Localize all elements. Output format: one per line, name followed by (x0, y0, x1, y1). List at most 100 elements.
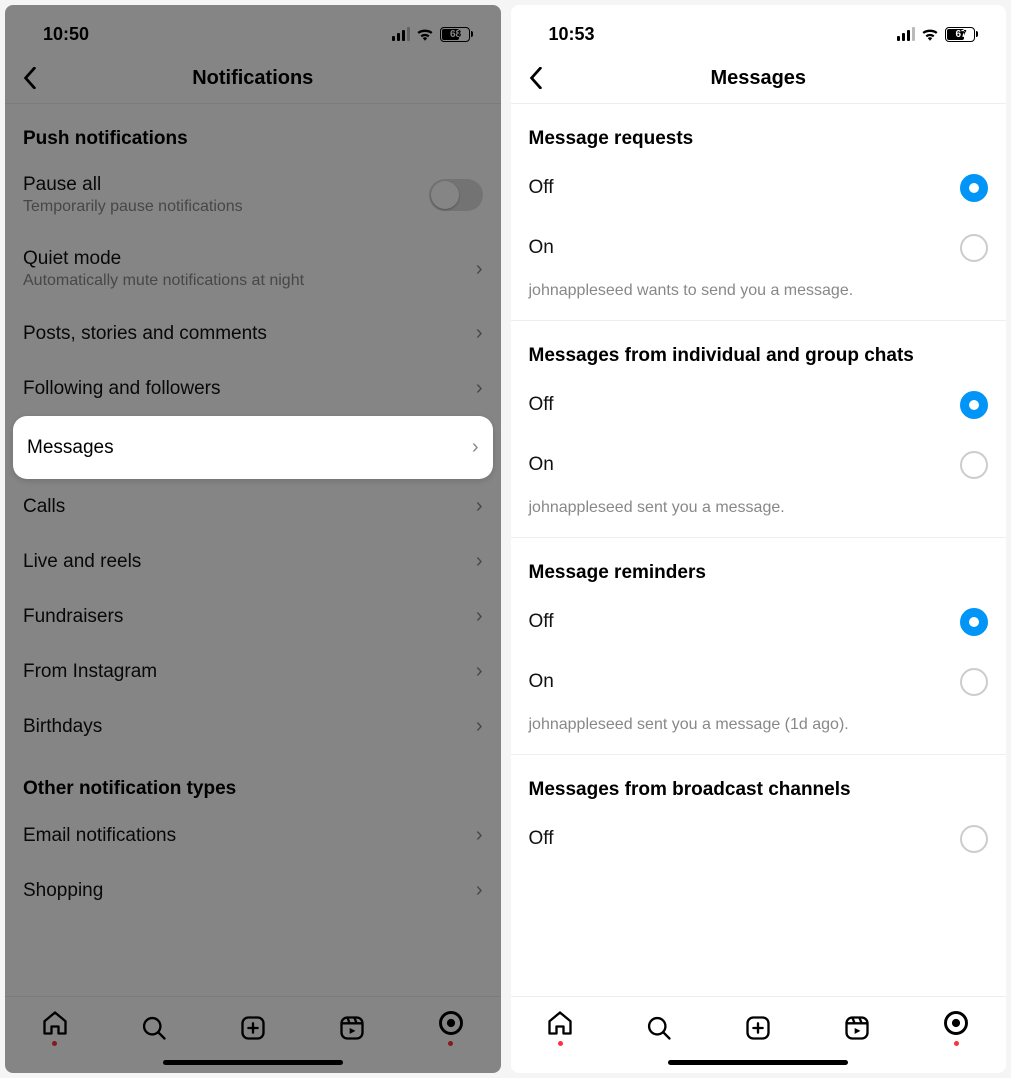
radio-selected-icon[interactable] (960, 391, 988, 419)
option-on-label: On (529, 237, 554, 259)
option-off-label: Off (529, 611, 554, 633)
wifi-icon (921, 27, 939, 41)
tab-search[interactable] (140, 1014, 168, 1042)
chevron-right-icon: › (476, 715, 483, 738)
tab-bar (511, 996, 1007, 1054)
battery-icon: 68 (440, 27, 473, 42)
cellular-icon (392, 27, 410, 41)
chevron-right-icon: › (476, 605, 483, 628)
notification-dot-icon (52, 1041, 57, 1046)
chevron-right-icon: › (476, 258, 483, 281)
reminders-title: Message reminders (511, 538, 1007, 592)
status-icons: 68 (392, 27, 473, 42)
content-area[interactable]: Message requests Off On johnappleseed wa… (511, 104, 1007, 996)
tab-bar (5, 996, 501, 1054)
requests-off-row[interactable]: Off (511, 158, 1007, 218)
home-indicator[interactable] (163, 1060, 343, 1065)
status-icons: 67 (897, 27, 978, 42)
from-ig-label: From Instagram (23, 661, 157, 683)
fundraisers-row[interactable]: Fundraisers › (5, 589, 501, 644)
fundraisers-label: Fundraisers (23, 606, 123, 628)
cellular-icon (897, 27, 915, 41)
requests-title: Message requests (511, 104, 1007, 158)
messages-settings-screen: 10:53 67 Messages Message requests Off O… (511, 5, 1007, 1073)
notifications-screen: 10:50 68 Notifications Push notification… (5, 5, 501, 1073)
nav-header: Messages (511, 53, 1007, 104)
chats-on-row[interactable]: On (511, 435, 1007, 495)
calls-row[interactable]: Calls› (5, 479, 501, 534)
email-row[interactable]: Email notifications› (5, 808, 501, 863)
messages-label: Messages (27, 437, 114, 459)
quiet-mode-label: Quiet mode (23, 248, 304, 270)
requests-hint: johnappleseed wants to send you a messag… (511, 278, 1007, 321)
birthdays-label: Birthdays (23, 716, 102, 738)
chevron-right-icon: › (476, 879, 483, 902)
live-row[interactable]: Live and reels› (5, 534, 501, 589)
status-time: 10:50 (43, 24, 89, 45)
tab-reels[interactable] (843, 1014, 871, 1042)
radio-unselected-icon[interactable] (960, 668, 988, 696)
radio-unselected-icon[interactable] (960, 451, 988, 479)
notification-dot-icon (954, 1041, 959, 1046)
chats-off-row[interactable]: Off (511, 375, 1007, 435)
tab-create[interactable] (239, 1014, 267, 1042)
battery-icon: 67 (945, 27, 978, 42)
option-on-label: On (529, 454, 554, 476)
content-area[interactable]: Push notifications Pause all Temporarily… (5, 104, 501, 996)
chats-hint: johnappleseed sent you a message. (511, 495, 1007, 538)
tab-home[interactable] (546, 1009, 574, 1046)
messages-row[interactable]: Messages › (13, 416, 493, 479)
reminders-on-row[interactable]: On (511, 652, 1007, 712)
option-off-label: Off (529, 828, 554, 850)
birthdays-row[interactable]: Birthdays › (5, 699, 501, 754)
tab-search[interactable] (645, 1014, 673, 1042)
status-bar: 10:50 68 (5, 5, 501, 53)
chevron-right-icon: › (476, 660, 483, 683)
from-ig-row[interactable]: From Instagram › (5, 644, 501, 699)
page-title: Messages (511, 67, 1007, 90)
following-row[interactable]: Following and followers › (5, 361, 501, 416)
section-other-title: Other notification types (5, 754, 501, 808)
posts-row[interactable]: Posts, stories and comments › (5, 306, 501, 361)
chevron-right-icon: › (476, 377, 483, 400)
reminders-off-row[interactable]: Off (511, 592, 1007, 652)
page-title: Notifications (5, 67, 501, 90)
tab-profile[interactable] (942, 1009, 970, 1046)
radio-selected-icon[interactable] (960, 174, 988, 202)
requests-on-row[interactable]: On (511, 218, 1007, 278)
tab-create[interactable] (744, 1014, 772, 1042)
home-indicator[interactable] (668, 1060, 848, 1065)
pause-all-row[interactable]: Pause all Temporarily pause notification… (5, 158, 501, 232)
nav-header: Notifications (5, 53, 501, 104)
following-label: Following and followers (23, 378, 221, 400)
posts-label: Posts, stories and comments (23, 323, 267, 345)
radio-selected-icon[interactable] (960, 608, 988, 636)
chevron-right-icon: › (476, 824, 483, 847)
chevron-right-icon: › (476, 322, 483, 345)
radio-unselected-icon[interactable] (960, 234, 988, 262)
option-off-label: Off (529, 177, 554, 199)
calls-label: Calls (23, 496, 65, 518)
option-off-label: Off (529, 394, 554, 416)
status-time: 10:53 (549, 24, 595, 45)
pause-all-label: Pause all (23, 174, 243, 196)
quiet-mode-row[interactable]: Quiet mode Automatically mute notificati… (5, 232, 501, 306)
notification-dot-icon (558, 1041, 563, 1046)
shopping-label: Shopping (23, 880, 103, 902)
notification-dot-icon (448, 1041, 453, 1046)
chevron-right-icon: › (472, 436, 479, 459)
broadcast-title: Messages from broadcast channels (511, 755, 1007, 809)
pause-all-toggle[interactable] (429, 179, 483, 211)
tab-reels[interactable] (338, 1014, 366, 1042)
wifi-icon (416, 27, 434, 41)
status-bar: 10:53 67 (511, 5, 1007, 53)
reminders-hint: johnappleseed sent you a message (1d ago… (511, 712, 1007, 755)
broadcast-off-row[interactable]: Off (511, 809, 1007, 869)
chevron-right-icon: › (476, 550, 483, 573)
radio-unselected-icon[interactable] (960, 825, 988, 853)
chats-title: Messages from individual and group chats (511, 321, 1007, 375)
pause-all-sub: Temporarily pause notifications (23, 198, 243, 216)
tab-profile[interactable] (437, 1009, 465, 1046)
tab-home[interactable] (41, 1009, 69, 1046)
shopping-row[interactable]: Shopping › (5, 863, 501, 918)
